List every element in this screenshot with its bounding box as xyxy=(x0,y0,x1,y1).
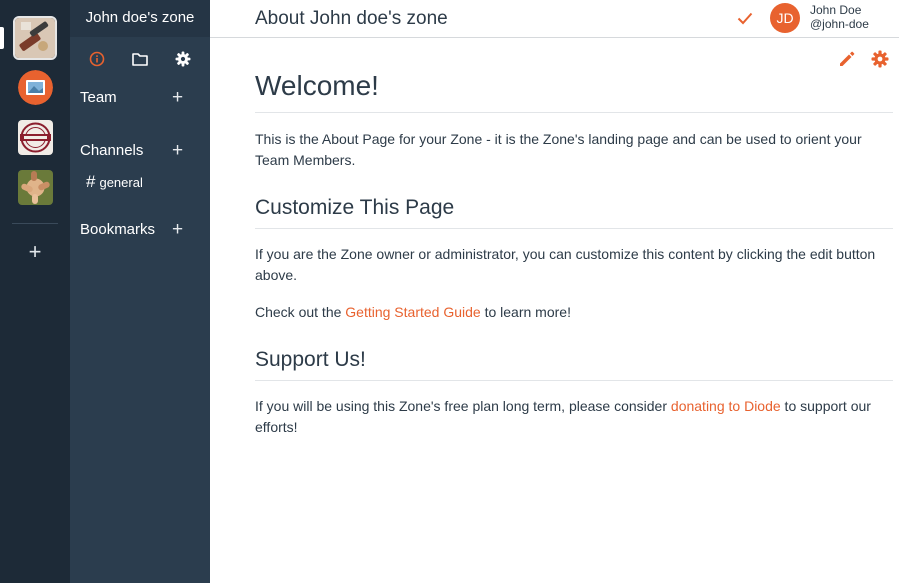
about-page-content: Welcome! This is the About Page for your… xyxy=(255,60,893,438)
zone-thumb-4[interactable] xyxy=(18,170,53,205)
add-team-member-button[interactable]: + xyxy=(172,88,186,108)
section-channels: Channels + xyxy=(80,141,200,162)
add-channel-button[interactable]: + xyxy=(172,141,186,161)
info-icon[interactable] xyxy=(86,48,108,70)
channel-hash-icon: # xyxy=(86,172,96,191)
section-team-label: Team xyxy=(80,89,117,106)
sidebar: John doe's zone Team + Channels + # gene… xyxy=(70,0,210,583)
header: About John doe's zone JD John Doe @john-… xyxy=(210,0,899,38)
add-zone-button[interactable]: + xyxy=(24,240,46,264)
hands-image-icon xyxy=(18,170,53,205)
customize-heading: Customize This Page xyxy=(255,196,893,229)
sidebar-item-general[interactable]: # general xyxy=(86,172,143,191)
channel-name: general xyxy=(99,175,143,190)
zone-thumb-2[interactable] xyxy=(18,70,53,105)
avatar[interactable]: JD xyxy=(770,3,800,33)
add-bookmark-button[interactable]: + xyxy=(172,220,186,240)
gear-icon[interactable] xyxy=(172,48,194,70)
tools-image-icon xyxy=(15,18,55,58)
zone-thumb-3[interactable] xyxy=(18,120,53,155)
guide-prefix: Check out the xyxy=(255,304,346,320)
top-secret-stamp-icon xyxy=(18,120,53,155)
support-heading: Support Us! xyxy=(255,348,893,381)
support-paragraph: If you will be using this Zone's free pl… xyxy=(255,396,893,438)
picture-icon xyxy=(18,70,53,105)
getting-started-guide-link[interactable]: Getting Started Guide xyxy=(345,304,480,320)
sidebar-toolbar xyxy=(70,48,210,70)
welcome-body: This is the About Page for your Zone - i… xyxy=(255,131,862,168)
page-title: About John doe's zone xyxy=(255,8,448,29)
support-prefix: If you will be using this Zone's free pl… xyxy=(255,398,671,414)
active-zone-marker xyxy=(0,27,4,49)
rail-divider xyxy=(12,223,58,224)
user-handle: @john-doe xyxy=(810,17,869,31)
zone-rail: + xyxy=(0,0,70,583)
section-bookmarks: Bookmarks + xyxy=(80,220,200,241)
zone-name: John doe's zone xyxy=(70,0,210,37)
welcome-heading: Welcome! xyxy=(255,70,893,113)
donate-link[interactable]: donating to Diode xyxy=(671,398,781,414)
zone-thumb-johndoe[interactable] xyxy=(13,16,57,60)
guide-suffix: to learn more! xyxy=(480,304,571,320)
section-bookmarks-label: Bookmarks xyxy=(80,221,156,238)
check-icon[interactable] xyxy=(736,9,754,27)
section-team: Team + xyxy=(80,88,200,109)
guide-paragraph: Check out the Getting Started Guide to l… xyxy=(255,302,893,323)
folder-icon[interactable] xyxy=(129,48,151,70)
user-name: John Doe xyxy=(810,3,862,17)
user-info[interactable]: John Doe @john-doe xyxy=(810,3,869,31)
section-channels-label: Channels xyxy=(80,142,144,159)
customize-body: If you are the Zone owner or administrat… xyxy=(255,246,876,283)
